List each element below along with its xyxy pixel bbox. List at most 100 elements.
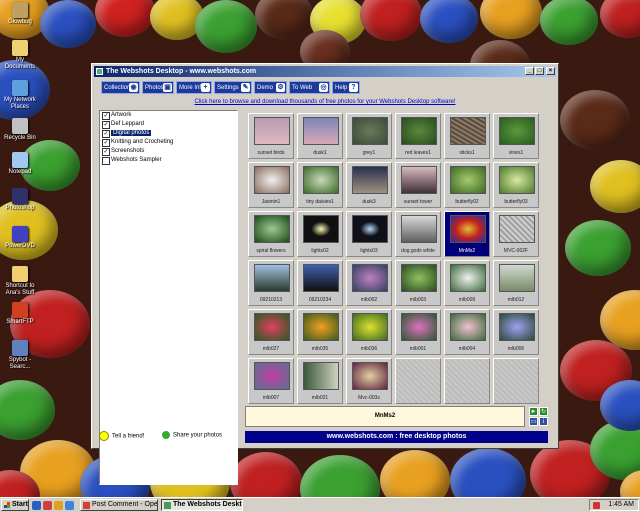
photo-thumbnail[interactable]: mlb006 xyxy=(493,309,539,355)
desktop-quicklaunch-icon[interactable] xyxy=(32,501,41,510)
photo-thumbnail[interactable]: grey1 xyxy=(346,113,392,159)
promo-link[interactable]: Click here to browse and download thousa… xyxy=(92,99,558,105)
photo-image xyxy=(303,166,339,194)
toolbar-button[interactable]: Demo ⚙ xyxy=(254,81,287,94)
collection-checkbox[interactable]: ✓ xyxy=(102,148,110,156)
desktop-icon[interactable]: Shortcut to Ana's Stuff xyxy=(2,266,38,297)
candy-decoration xyxy=(420,0,478,43)
photo-thumbnail[interactable]: red leaves1 xyxy=(395,113,441,159)
photo-thumbnail[interactable]: mlb027 xyxy=(248,309,294,355)
taskbar-button[interactable]: Post Comment - Opera xyxy=(80,499,158,511)
photo-thumbnail[interactable]: dog gods white xyxy=(395,211,441,257)
desktop-icon-label: Shortcut to Ana's Stuff xyxy=(5,283,35,296)
tell-friend-label: Tell a friend! xyxy=(112,433,145,440)
photo-thumbnail[interactable]: 09210234 xyxy=(297,260,343,306)
candy-decoration xyxy=(360,0,422,41)
photo-thumbnail[interactable]: mlb003 xyxy=(395,260,441,306)
collection-item[interactable]: ✓ Def Leppard xyxy=(100,120,237,129)
photo-thumbnail[interactable]: lights03 xyxy=(346,211,392,257)
minimize-button[interactable]: _ xyxy=(525,67,534,75)
photo-thumbnail[interactable]: 09210213 xyxy=(248,260,294,306)
desktop-icon[interactable]: Notepad xyxy=(2,152,38,176)
folder-quicklaunch-icon[interactable] xyxy=(54,501,63,510)
display-icon[interactable]: ▭ xyxy=(529,417,538,426)
desktop-icon[interactable]: Spybot - Searc... xyxy=(2,340,38,371)
photo-thumbnail[interactable]: Mvc-003s xyxy=(346,358,392,404)
photo-thumbnail[interactable]: mlb004 xyxy=(444,309,490,355)
collection-checkbox[interactable]: ✓ xyxy=(102,121,110,129)
desktop-icon[interactable]: PowerDVD xyxy=(2,226,38,250)
photo-thumbnail[interactable]: butterfly02 xyxy=(444,162,490,208)
photo-thumbnail[interactable]: mlb001 xyxy=(395,309,441,355)
desktop-icon[interactable]: SmartFTP xyxy=(2,302,38,326)
collection-checkbox[interactable]: ✓ xyxy=(102,112,110,120)
collection-checkbox[interactable]: ✓ xyxy=(102,139,110,147)
taskbar-button[interactable]: The Webshots Deskto... xyxy=(161,499,243,511)
next-photo-icon[interactable]: ► xyxy=(529,407,538,416)
photo-thumbnail[interactable]: lights02 xyxy=(297,211,343,257)
collection-item[interactable]: Webshots Sampler xyxy=(100,156,237,165)
collection-checkbox[interactable] xyxy=(102,157,110,165)
photo-caption: Mvc-003s xyxy=(358,395,380,401)
photo-thumbnail[interactable]: spiral flowers xyxy=(248,211,294,257)
photo-thumbnail[interactable]: mlb021 xyxy=(297,358,343,404)
webshots-app-icon xyxy=(96,68,103,75)
window-titlebar[interactable]: The Webshots Desktop - www.webshots.com … xyxy=(94,66,556,77)
collection-item[interactable]: ✓ Screenshots xyxy=(100,147,237,156)
desktop-icon[interactable]: My Documents xyxy=(2,40,38,71)
desktop-icon[interactable]: My Network Places xyxy=(2,80,38,111)
toolbar-button[interactable]: To Web ◎ xyxy=(289,81,330,94)
photo-thumbnail[interactable]: sunset tower xyxy=(395,162,441,208)
photo-thumbnail[interactable]: mlb007 xyxy=(248,358,294,404)
toolbar-button[interactable]: Help? xyxy=(332,81,360,94)
start-button[interactable]: Start xyxy=(1,499,29,511)
desktop-icon[interactable]: Glowbug xyxy=(2,2,38,26)
photo-thumbnail[interactable]: mlb012 xyxy=(493,260,539,306)
refresh-icon[interactable]: ↻ xyxy=(539,407,548,416)
tell-friend-link[interactable]: Tell a friend! xyxy=(99,431,144,441)
photo-thumbnail[interactable]: vines1 xyxy=(493,113,539,159)
desktop-icon[interactable]: Recycle Bin xyxy=(2,118,38,142)
photo-caption: mlb012 xyxy=(507,297,525,303)
photo-image xyxy=(254,117,290,145)
desktop-icon-image xyxy=(12,118,28,134)
maximize-button[interactable]: □ xyxy=(535,67,544,75)
collection-checkbox[interactable]: ✓ xyxy=(102,130,110,138)
desktop-icon-image xyxy=(12,226,28,242)
toolbar-button[interactable]: Collections ◉ xyxy=(101,81,140,94)
photo-thumbnail[interactable]: butterfly03 xyxy=(493,162,539,208)
photo-thumbnail[interactable]: dusk1 xyxy=(297,113,343,159)
webshots-window: The Webshots Desktop - www.webshots.com … xyxy=(91,63,559,485)
tray-icon[interactable] xyxy=(593,502,600,509)
candy-decoration xyxy=(600,0,640,38)
photo-thumbnail[interactable]: MVC-002F xyxy=(493,211,539,257)
toolbar-button[interactable]: Photos ▣ xyxy=(142,81,174,94)
photo-thumbnail[interactable]: sunset birds xyxy=(248,113,294,159)
photo-caption: mlb001 xyxy=(409,346,427,352)
toolbar-button[interactable]: Settings ✎ xyxy=(214,81,252,94)
toolbar-button[interactable]: More Info + xyxy=(176,81,212,94)
photo-image xyxy=(450,264,486,292)
close-button[interactable]: × xyxy=(546,67,555,75)
collection-item[interactable]: ✓ Digital photos xyxy=(100,129,237,138)
collection-item[interactable]: ✓ Knitting and Crocheting xyxy=(100,138,237,147)
photo-thumbnail[interactable]: Jasmin1 xyxy=(248,162,294,208)
info-icon[interactable]: i xyxy=(539,417,548,426)
collection-label: Def Leppard xyxy=(111,121,145,127)
photo-thumbnail[interactable]: mlb002 xyxy=(346,260,392,306)
opera-quicklaunch-icon[interactable] xyxy=(43,501,52,510)
photo-thumbnail[interactable]: mlb035 xyxy=(297,309,343,355)
collection-item[interactable]: ✓ Artwork xyxy=(100,111,237,120)
browser-quicklaunch-icon[interactable] xyxy=(65,501,74,510)
photo-thumbnail[interactable]: dusk3 xyxy=(346,162,392,208)
desktop-icon[interactable]: Photoshop xyxy=(2,188,38,212)
share-photos-link[interactable]: Share your photos xyxy=(162,431,222,439)
photo-image xyxy=(352,117,388,145)
photo-thumbnail[interactable]: MnMs2 xyxy=(444,211,490,257)
desktop-icon-label: Photoshop xyxy=(5,205,35,211)
webshots-banner[interactable]: www.webshots.com : free desktop photos xyxy=(245,431,548,443)
photo-thumbnail[interactable]: sticks1 xyxy=(444,113,490,159)
photo-thumbnail[interactable]: mlb036 xyxy=(346,309,392,355)
photo-thumbnail[interactable]: tiny daisies1 xyxy=(297,162,343,208)
photo-thumbnail[interactable]: mlb009 xyxy=(444,260,490,306)
